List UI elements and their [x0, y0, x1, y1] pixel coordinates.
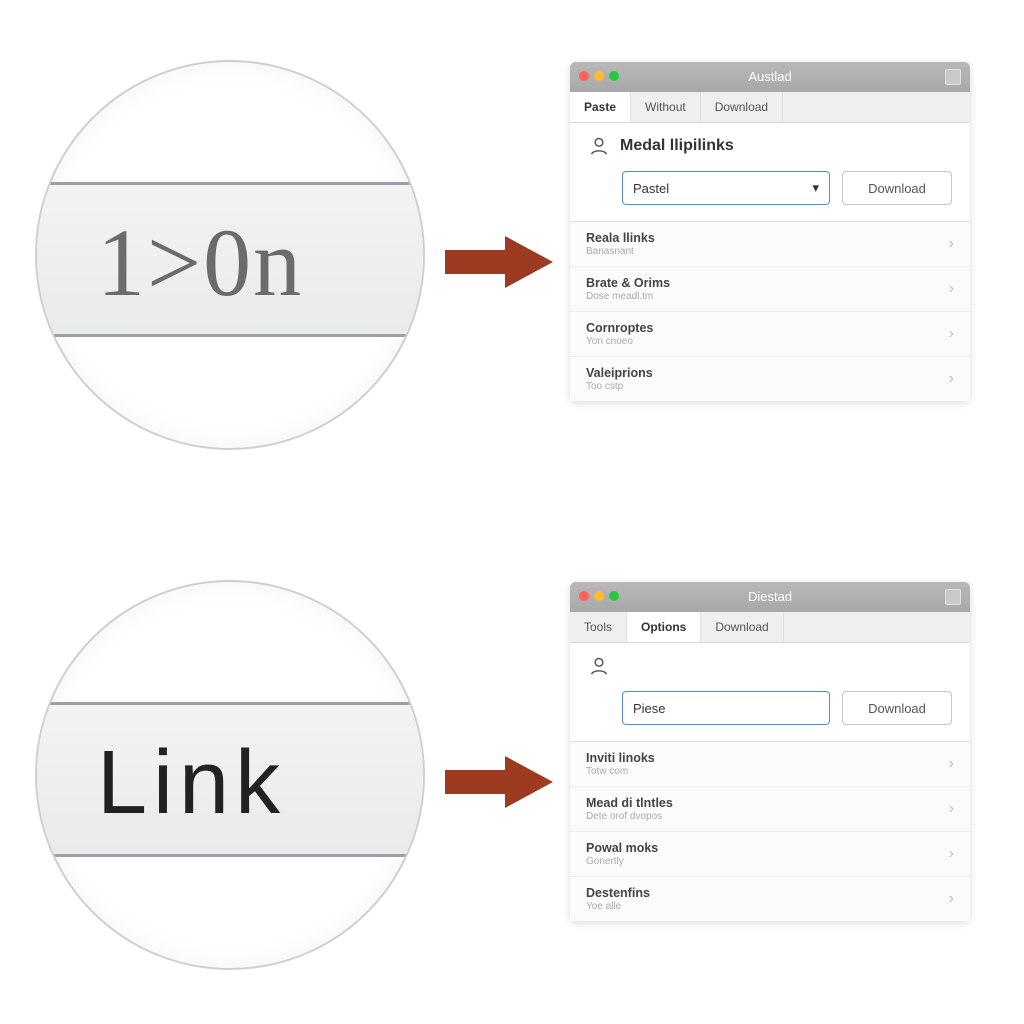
chevron-right-icon: › [949, 325, 954, 343]
tab-download[interactable]: Download [701, 92, 783, 122]
list-item[interactable]: Reala llinksBanasnant› [570, 222, 970, 267]
panel-title: Medal llipilinks [620, 137, 734, 155]
close-icon[interactable] [579, 591, 589, 601]
list-item[interactable]: CornroptesYon cnoeo› [570, 312, 970, 357]
list-item[interactable]: Brate & OrimsDose meadl.tm› [570, 267, 970, 312]
download-button[interactable]: Download [842, 171, 952, 205]
tab-download[interactable]: Download [701, 612, 783, 642]
panel-header [570, 643, 970, 683]
user-icon [588, 135, 610, 157]
magnifier-circle-top: 1>0n [35, 60, 425, 450]
traffic-lights[interactable] [579, 591, 619, 601]
list-item[interactable]: Inviti linoksTotw com› [570, 742, 970, 787]
zoom-icon[interactable] [609, 591, 619, 601]
minimize-icon[interactable] [594, 591, 604, 601]
panel-header: Medal llipilinks [570, 123, 970, 163]
chevron-right-icon: › [949, 845, 954, 863]
controls-row: Piese Download [570, 683, 970, 742]
download-button[interactable]: Download [842, 691, 952, 725]
minimize-icon[interactable] [594, 71, 604, 81]
app-window-bottom: Diestad Tools Options Download Piese Dow… [570, 582, 970, 921]
window-title: Austlad [748, 69, 791, 84]
list-item[interactable]: Powal moksGonertly› [570, 832, 970, 877]
tab-paste[interactable]: Paste [570, 92, 631, 122]
arrow-right-icon [445, 230, 555, 294]
titlebar: Austlad [570, 62, 970, 92]
input-field[interactable]: Piese [622, 691, 830, 725]
zoom-icon[interactable] [609, 71, 619, 81]
chevron-right-icon: › [949, 755, 954, 773]
chevron-right-icon: › [949, 800, 954, 818]
close-icon[interactable] [579, 71, 589, 81]
select-value: Pastel [633, 181, 669, 196]
titlebar-button-icon[interactable] [945, 589, 961, 605]
magnifier-circle-bottom: Link [35, 580, 425, 970]
input-placeholder: Piese [633, 701, 666, 716]
arrow-right-icon [445, 750, 555, 814]
traffic-lights[interactable] [579, 71, 619, 81]
list-item[interactable]: ValeiprionsToo cstp› [570, 357, 970, 401]
chevron-right-icon: › [949, 370, 954, 388]
chevron-right-icon: › [949, 890, 954, 908]
titlebar: Diestad [570, 582, 970, 612]
titlebar-button-icon[interactable] [945, 69, 961, 85]
tab-without[interactable]: Without [631, 92, 701, 122]
item-list: Reala llinksBanasnant› Brate & OrimsDose… [570, 222, 970, 401]
tab-options[interactable]: Options [627, 612, 701, 642]
band-text: 1>0n [97, 207, 303, 318]
item-list: Inviti linoksTotw com› Mead di tlntlesDe… [570, 742, 970, 921]
category-select[interactable]: Pastel ▾ [622, 171, 830, 205]
list-item[interactable]: Mead di tlntlesDete orof dvopos› [570, 787, 970, 832]
controls-row: Pastel ▾ Download [570, 163, 970, 222]
window-title: Diestad [748, 589, 792, 604]
tab-tools[interactable]: Tools [570, 612, 627, 642]
chevron-down-icon: ▾ [812, 180, 819, 196]
tabbar: Tools Options Download [570, 612, 970, 643]
app-window-top: Austlad Paste Without Download Medal lli… [570, 62, 970, 401]
chevron-right-icon: › [949, 235, 954, 253]
tabbar: Paste Without Download [570, 92, 970, 123]
list-item[interactable]: DestenfinsYoe alle› [570, 877, 970, 921]
chevron-right-icon: › [949, 280, 954, 298]
band-text: Link [97, 732, 286, 835]
user-icon [588, 655, 610, 677]
